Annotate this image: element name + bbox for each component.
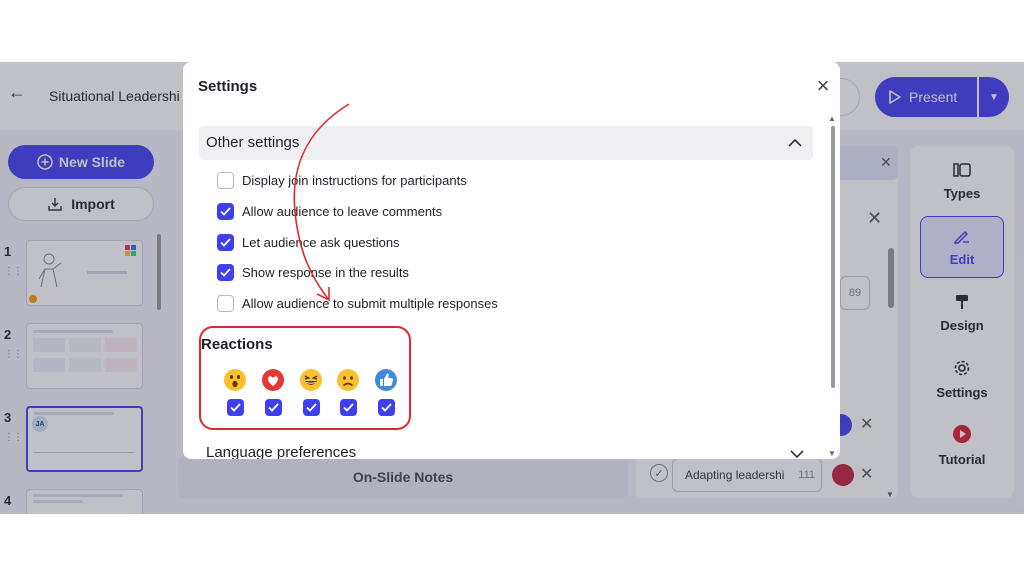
sad-emoji-icon[interactable] [336,368,360,392]
setting-leave-comments[interactable]: Allow audience to leave comments [217,201,442,221]
check-icon [220,237,231,247]
chevron-down-icon[interactable] [789,446,805,459]
setting-ask-questions[interactable]: Let audience ask questions [217,232,400,252]
scroll-down-icon[interactable]: ▼ [828,449,836,458]
checkbox[interactable] [217,233,234,251]
other-settings-header[interactable]: Other settings [199,126,813,160]
setting-label: Show response in the results [242,264,409,280]
check-icon [381,403,392,412]
check-icon [343,403,354,412]
sad-reaction-checkbox[interactable] [340,399,357,416]
language-preferences-header[interactable]: Language preferences [206,444,356,459]
check-icon [230,403,241,412]
laugh-emoji-icon[interactable] [299,368,323,392]
laugh-reaction-checkbox[interactable] [303,399,320,416]
wow-emoji-icon[interactable] [223,368,247,392]
thumbs-up-reaction-checkbox[interactable] [378,399,395,416]
modal-title: Settings [198,78,258,95]
chevron-up-icon [788,138,802,147]
settings-modal: Settings × Other settings Display join i… [183,62,840,459]
setting-label: Display join instructions for participan… [242,172,467,188]
checkbox[interactable] [217,263,234,281]
scroll-up-icon[interactable]: ▲ [828,114,836,123]
setting-show-response[interactable]: Show response in the results [217,262,409,282]
setting-multiple-responses[interactable]: Allow audience to submit multiple respon… [217,293,498,313]
setting-label: Let audience ask questions [242,234,400,250]
heart-reaction-checkbox[interactable] [265,399,282,416]
reactions-title: Reactions [201,336,273,353]
other-settings-title: Other settings [206,134,300,151]
checkbox[interactable] [217,202,234,220]
heart-emoji-icon[interactable] [261,368,285,392]
setting-join-instructions[interactable]: Display join instructions for participan… [217,170,467,190]
checkbox[interactable] [217,294,234,312]
checkbox[interactable] [217,171,234,189]
close-icon[interactable]: × [813,75,833,97]
check-icon [306,403,317,412]
wow-reaction-checkbox[interactable] [227,399,244,416]
check-icon [220,267,231,277]
app-window: ← Situational Leadershi Present ▼ New Sl… [0,62,1024,514]
setting-label: Allow audience to submit multiple respon… [242,295,498,311]
thumbs-up-emoji-icon[interactable] [374,368,398,392]
modal-scrollbar[interactable] [831,126,835,388]
setting-label: Allow audience to leave comments [242,203,443,219]
check-icon [268,403,279,412]
check-icon [220,206,231,216]
